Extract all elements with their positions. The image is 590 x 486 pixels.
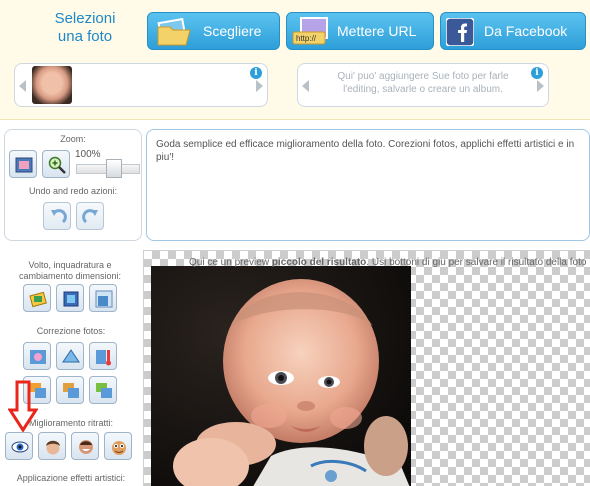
sharpen-icon xyxy=(62,349,80,363)
face-icon xyxy=(46,440,60,455)
url-icon-text: http:// xyxy=(296,34,317,43)
top-bar: Selezioni una foto Scegliere http:// Met… xyxy=(0,0,590,120)
teeth-whitening-icon xyxy=(79,440,93,454)
album-tip-text: Qui' puo' aggiungere Sue foto per farle … xyxy=(337,71,509,95)
undo-button[interactable] xyxy=(43,202,71,230)
highlight-arrow xyxy=(8,380,38,432)
fit-to-screen-icon xyxy=(15,157,33,173)
facebook-icon xyxy=(446,18,474,46)
select-photo-title: Selezioni una foto xyxy=(54,10,116,45)
choose-photo-label: Scegliere xyxy=(203,23,262,39)
photo-thumbnail-strip: i xyxy=(14,63,268,107)
undo-icon xyxy=(51,209,67,224)
zoom-percent: 100% xyxy=(75,149,101,160)
contrast-icon xyxy=(63,383,79,398)
correction-section-label: Correzione fotos: xyxy=(36,326,106,336)
effects-section-label: Applicazione effetti artistici: xyxy=(16,473,126,483)
choose-photo-button[interactable]: Scegliere xyxy=(147,12,280,50)
tools-sidebar: Volto, inquadratura e cambiamento dimens… xyxy=(0,250,142,486)
face-button[interactable] xyxy=(38,432,66,460)
from-facebook-label: Da Facebook xyxy=(484,23,568,39)
photo-thumbnail[interactable] xyxy=(32,66,72,104)
crop-section-label: Volto, inquadratura e cambiamento dimens… xyxy=(18,260,122,281)
zoom-panel: Zoom: 100% Undo and redo azioni: xyxy=(4,129,142,241)
preview-note: Qui ce un preview piccolo del risultato.… xyxy=(189,257,586,268)
zoom-in-icon xyxy=(48,156,66,174)
redo-icon xyxy=(82,209,98,224)
baby-photo-image xyxy=(151,266,411,486)
tip-scroll-left-arrow[interactable] xyxy=(302,80,309,92)
preview-note-bold: piccolo del risultato xyxy=(271,257,367,268)
zoom-slider-thumb[interactable] xyxy=(106,159,122,178)
undo-redo-label: Undo and redo azioni: xyxy=(28,186,118,196)
temperature-icon xyxy=(96,350,111,366)
add-url-button[interactable]: http:// Mettere URL xyxy=(286,12,434,50)
info-icon[interactable]: i xyxy=(531,67,543,79)
preview-photo xyxy=(151,266,411,486)
scroll-right-arrow[interactable] xyxy=(256,80,263,92)
auto-enhance-button[interactable] xyxy=(23,342,51,370)
auto-enhance-icon xyxy=(30,350,46,364)
album-tip-box: Qui' puo' aggiungere Sue foto per farle … xyxy=(297,63,549,107)
info-icon[interactable]: i xyxy=(250,67,262,79)
description-text: Goda semplice ed efficace miglioramento … xyxy=(156,139,575,163)
scroll-left-arrow[interactable] xyxy=(19,80,26,92)
red-eye-icon xyxy=(11,441,29,453)
url-icon: http:// xyxy=(292,17,328,45)
add-url-label: Mettere URL xyxy=(337,23,417,39)
redo-button[interactable] xyxy=(76,202,104,230)
zoom-in-button[interactable] xyxy=(42,150,70,178)
rotate-icon xyxy=(29,291,47,308)
crop-icon xyxy=(63,291,79,307)
caricature-icon xyxy=(112,441,126,455)
from-facebook-button[interactable]: Da Facebook xyxy=(440,12,586,50)
crop-button[interactable] xyxy=(56,284,84,312)
temperature-button[interactable] xyxy=(89,342,117,370)
resize-icon xyxy=(95,290,113,308)
picture-folder-icon xyxy=(157,17,191,46)
saturation-icon xyxy=(96,383,112,398)
tip-scroll-right-arrow[interactable] xyxy=(537,80,544,92)
sharpen-button[interactable] xyxy=(56,342,84,370)
teeth-whitening-button[interactable] xyxy=(71,432,99,460)
contrast-button[interactable] xyxy=(56,376,84,404)
red-eye-button[interactable] xyxy=(5,432,33,460)
resize-button[interactable] xyxy=(89,284,117,312)
preview-note-end: . Usi bottoni di giu per salvare il risu… xyxy=(366,257,587,268)
caricature-button[interactable] xyxy=(104,432,132,460)
fit-to-screen-button[interactable] xyxy=(9,150,37,178)
saturation-button[interactable] xyxy=(89,376,117,404)
rotate-button[interactable] xyxy=(23,284,51,312)
description-box: Goda semplice ed efficace miglioramento … xyxy=(146,129,590,241)
preview-note-start: Qui ce un preview xyxy=(189,257,272,268)
zoom-label: Zoom: xyxy=(60,134,86,144)
preview-area: Qui ce un preview piccolo del risultato.… xyxy=(143,250,590,486)
